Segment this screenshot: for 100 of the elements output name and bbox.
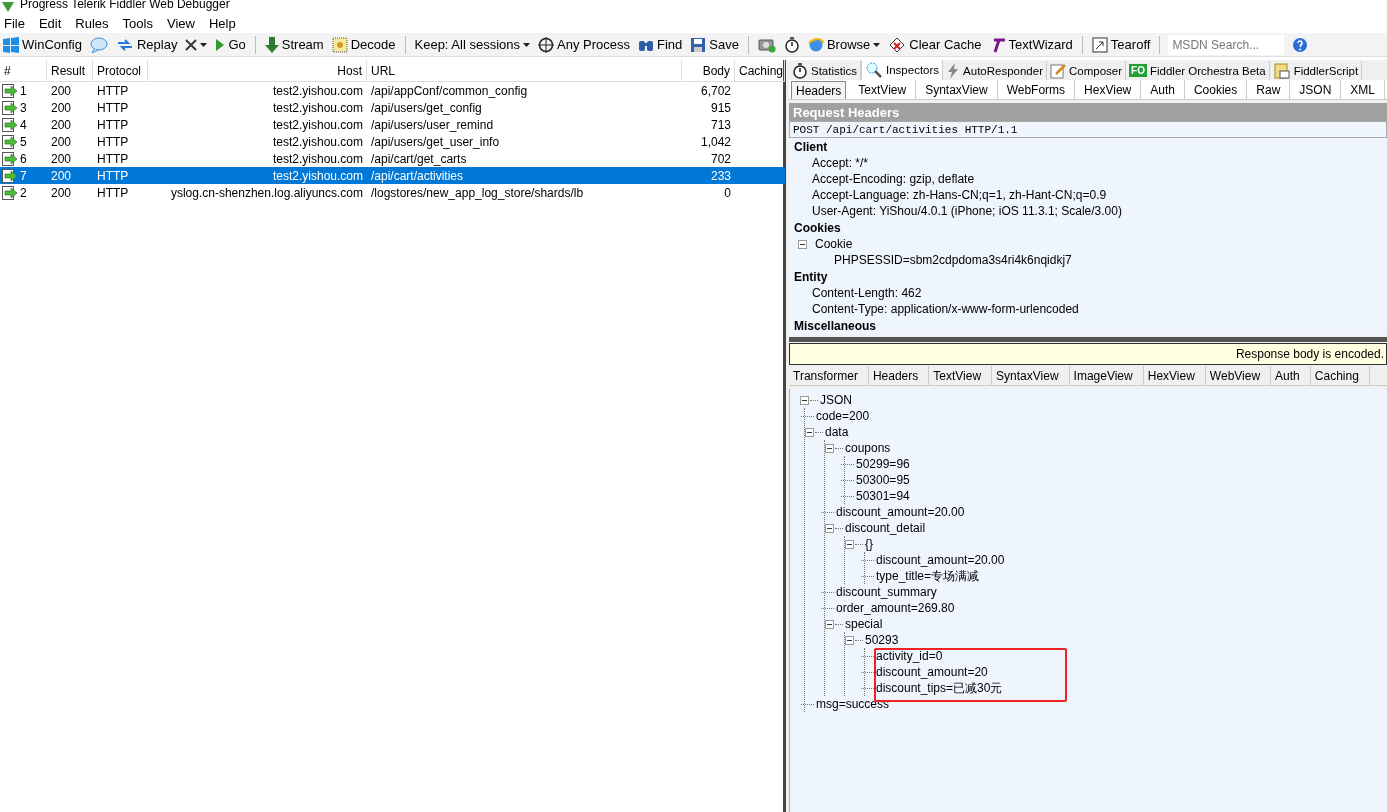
table-cell-text: 200: [50, 184, 73, 201]
toolbar-button[interactable]: Tearoff: [1088, 33, 1154, 56]
menu-item[interactable]: Rules: [75, 15, 109, 31]
tab[interactable]: Headers: [791, 81, 847, 99]
tab[interactable]: SyntaxView: [992, 366, 1070, 385]
collapse-toggle[interactable]: [825, 443, 834, 453]
tree-node[interactable]: 50299=96: [856, 457, 910, 471]
table-cell-text: 0: [723, 184, 732, 201]
tree-node[interactable]: type_title=专场满减: [876, 567, 980, 585]
menu-item[interactable]: Edit: [38, 15, 62, 31]
header-item: Accept-Language: zh-Hans-CN;q=1, zh-Hant-CN;q=0.9: [811, 187, 1108, 203]
tab[interactable]: TextView: [849, 80, 917, 99]
menu-item[interactable]: Tools: [122, 15, 153, 31]
column-header[interactable]: Host: [148, 60, 367, 82]
table-cell-text: 713: [709, 116, 732, 133]
table-cell-text: /api/cart/activities: [370, 167, 465, 184]
tree-node[interactable]: discount_tips=已减30元: [876, 679, 1003, 697]
tree-node[interactable]: activity_id=0: [876, 649, 943, 663]
collapse-toggle[interactable]: [805, 427, 814, 437]
tab[interactable]: ImageView: [1069, 366, 1144, 385]
toolbar-button[interactable]: Keep: All sessions: [411, 33, 533, 56]
session-row[interactable]: 1 200 HTTP test2.yishou.com /api/appConf/common_config 6,702: [0, 82, 785, 99]
tree-node[interactable]: discount_amount=20.00: [876, 553, 1005, 567]
session-row[interactable]: 2 200 HTTP yslog.cn-shenzhen.log.aliyuncs.com /logstores/new_app_log_store/shards/lb 0: [0, 184, 785, 201]
toolbar-button[interactable]: Clear Cache: [885, 33, 985, 56]
replay-arrows-icon: [115, 36, 134, 53]
tree-node[interactable]: order_amount=269.80: [836, 601, 955, 615]
tree-node[interactable]: code=200: [816, 409, 870, 423]
column-header[interactable]: #: [0, 60, 47, 82]
toolbar-button[interactable]: Any Process: [535, 33, 633, 56]
menu-item[interactable]: Help: [208, 15, 236, 31]
tree-node[interactable]: {}: [865, 537, 873, 551]
menu-item[interactable]: View: [166, 15, 195, 31]
tab[interactable]: WebForms: [997, 80, 1076, 99]
tab[interactable]: WebView: [1205, 366, 1272, 385]
tree-node[interactable]: 50293: [865, 633, 899, 647]
toolbar-button[interactable]: Go: [212, 33, 249, 56]
session-arrow-icon: [2, 134, 18, 149]
column-header[interactable]: Caching: [735, 60, 785, 82]
tab[interactable]: Cookies: [1184, 80, 1248, 99]
tree-node[interactable]: special: [845, 617, 883, 631]
column-header[interactable]: Result: [47, 60, 93, 82]
toolbar-button[interactable]: WinConfig: [0, 33, 85, 56]
column-header[interactable]: Protocol: [93, 60, 148, 82]
tree-node[interactable]: data: [825, 425, 849, 439]
tree-node[interactable]: discount_detail: [845, 521, 926, 535]
tab[interactable]: SyntaxView: [916, 80, 998, 99]
table-cell-text: HTTP: [96, 167, 130, 184]
tab[interactable]: Inspectors: [861, 60, 944, 80]
tree-node[interactable]: JSON: [820, 393, 852, 407]
collapse-toggle[interactable]: [800, 395, 809, 405]
tab[interactable]: Composer: [1047, 61, 1127, 80]
session-row[interactable]: 6 200 HTTP test2.yishou.com /api/cart/get_carts 702: [0, 150, 785, 167]
session-row[interactable]: 5 200 HTTP test2.yishou.com /api/users/get_user_info 1,042: [0, 133, 785, 150]
toolbar-button[interactable]: Replay: [112, 33, 181, 56]
table-cell-text: HTTP: [96, 99, 130, 116]
toolbar-button[interactable]: Find: [635, 33, 686, 56]
close-icon: [185, 38, 198, 51]
tree-node[interactable]: discount_amount=20: [876, 665, 988, 679]
tab[interactable]: Auth: [1141, 80, 1185, 99]
table-cell-text: test2.yishou.com: [271, 150, 364, 167]
collapse-toggle[interactable]: [845, 539, 854, 549]
tree-node[interactable]: discount_amount=20.00: [836, 505, 965, 519]
lightning-icon: [946, 62, 961, 79]
collapse-toggle[interactable]: [825, 523, 834, 533]
tab[interactable]: TextView: [929, 366, 993, 385]
tree-node[interactable]: 50300=95: [856, 473, 910, 487]
collapse-toggle[interactable]: [845, 635, 854, 645]
session-arrow-icon: [2, 83, 18, 98]
table-cell-text: /api/appConf/common_config: [370, 82, 529, 99]
toolbar-button[interactable]: Save: [687, 33, 742, 56]
tree-node[interactable]: 50301=94: [856, 489, 910, 503]
toolbar-button[interactable]: Decode: [328, 33, 399, 56]
header-group: Client: [789, 139, 1387, 155]
toolbar-button[interactable]: Browse: [804, 33, 884, 56]
tree-node[interactable]: discount_summary: [836, 585, 937, 599]
search-field[interactable]: MSDN Search...: [1168, 34, 1285, 55]
tab[interactable]: Headers: [868, 366, 930, 385]
tab[interactable]: HexView: [1143, 366, 1206, 385]
tab[interactable]: Transformer: [789, 366, 869, 385]
tree-node[interactable]: msg=success: [816, 697, 890, 711]
collapse-toggle[interactable]: [825, 619, 834, 629]
column-header[interactable]: Body: [682, 60, 735, 82]
session-row[interactable]: 4 200 HTTP test2.yishou.com /api/users/user_remind 713: [0, 116, 785, 133]
toolbar-button[interactable]: TextWizard: [986, 33, 1076, 56]
tab[interactable]: XML: [1341, 80, 1385, 99]
tab[interactable]: Raw: [1247, 80, 1291, 99]
tab[interactable]: Auth: [1271, 366, 1311, 385]
column-header[interactable]: URL: [367, 60, 682, 82]
tree-node[interactable]: coupons: [845, 441, 891, 455]
tab[interactable]: FO Fiddler Orchestra Beta: [1126, 61, 1270, 80]
tab[interactable]: HexView: [1075, 80, 1142, 99]
menu-item[interactable]: File: [4, 15, 25, 31]
toolbar-button[interactable]: Stream: [261, 33, 327, 56]
tab[interactable]: JSON: [1290, 80, 1342, 99]
collapse-toggle[interactable]: [798, 239, 807, 249]
help-icon[interactable]: [1292, 36, 1309, 53]
session-row[interactable]: 7 200 HTTP test2.yishou.com /api/cart/activities 233: [0, 167, 785, 184]
session-row[interactable]: 3 200 HTTP test2.yishou.com /api/users/get_config 915: [0, 99, 785, 116]
tab[interactable]: Caching: [1310, 366, 1370, 385]
